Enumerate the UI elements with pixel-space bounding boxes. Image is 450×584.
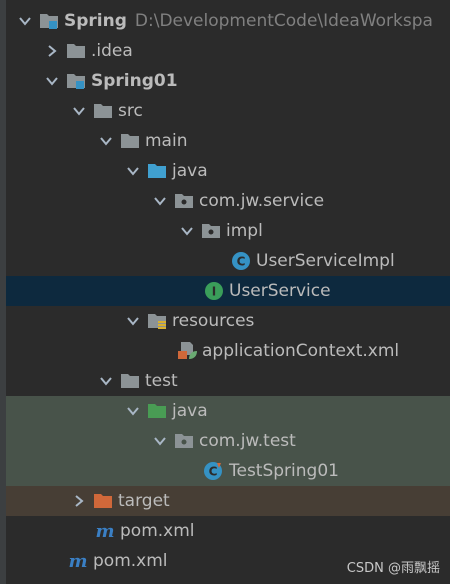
folder-icon — [65, 41, 87, 61]
tree-label-pkg-service: com.jw.service — [199, 191, 325, 211]
tree-row-main[interactable]: main — [6, 126, 450, 156]
excluded-folder-icon — [92, 491, 114, 511]
tree-row-main-java[interactable]: java — [6, 156, 450, 186]
chevron-down-icon[interactable] — [16, 12, 34, 30]
tree-label-spring: Spring — [64, 11, 127, 31]
package-icon — [173, 191, 195, 211]
tree-label-user-service-impl: UserServiceImpl — [256, 251, 395, 271]
chevron-down-icon[interactable] — [97, 372, 115, 390]
tree-row-pkg-service[interactable]: com.jw.service — [6, 186, 450, 216]
tree-row-spring[interactable]: Spring D:\DevelopmentCode\IdeaWorkspa — [6, 6, 450, 36]
tree-label-spring01: Spring01 — [91, 71, 178, 91]
project-path: D:\DevelopmentCode\IdeaWorkspa — [134, 11, 433, 31]
interface-icon: I — [203, 281, 225, 301]
tree-label-app-context: applicationContext.xml — [202, 341, 400, 361]
tree-row-test-java[interactable]: java — [6, 396, 450, 426]
spring-xml-icon — [176, 341, 198, 361]
folder-icon — [119, 131, 141, 151]
chevron-down-icon[interactable] — [151, 192, 169, 210]
tree-row-target[interactable]: target — [6, 486, 450, 516]
maven-icon: m — [94, 521, 116, 541]
chevron-down-icon[interactable] — [178, 222, 196, 240]
tree-label-target: target — [118, 491, 170, 511]
tree-label-test: test — [145, 371, 178, 391]
tree-row-pom-inner[interactable]: m pom.xml — [6, 516, 450, 546]
svg-text:I: I — [212, 285, 216, 299]
chevron-down-icon[interactable] — [70, 102, 88, 120]
tree-row-src[interactable]: src — [6, 96, 450, 126]
svg-text:m: m — [95, 521, 114, 541]
chevron-right-icon[interactable] — [70, 492, 88, 510]
tree-row-pkg-test[interactable]: com.jw.test — [6, 426, 450, 456]
tree-label-test-java: java — [172, 401, 208, 421]
module-folder-icon — [38, 11, 60, 31]
chevron-down-icon[interactable] — [151, 432, 169, 450]
tree-row-spring01[interactable]: Spring01 — [6, 66, 450, 96]
package-icon — [173, 431, 195, 451]
tree-label-user-service: UserService — [229, 281, 331, 301]
chevron-down-icon[interactable] — [124, 162, 142, 180]
folder-icon — [92, 101, 114, 121]
chevron-down-icon[interactable] — [124, 402, 142, 420]
tree-row-test[interactable]: test — [6, 366, 450, 396]
svg-text:C: C — [209, 465, 218, 479]
svg-text:m: m — [68, 551, 87, 571]
tree-row-user-service[interactable]: I UserService — [6, 276, 450, 306]
project-tree[interactable]: Spring D:\DevelopmentCode\IdeaWorkspa .i… — [6, 6, 450, 576]
tree-label-idea: .idea — [91, 41, 133, 61]
tree-label-test-spring: TestSpring01 — [229, 461, 339, 481]
tree-row-resources[interactable]: resources — [6, 306, 450, 336]
test-class-icon: C — [203, 461, 225, 481]
tree-row-idea[interactable]: .idea — [6, 36, 450, 66]
module-folder-icon — [65, 71, 87, 91]
tree-label-pom-inner: pom.xml — [120, 521, 195, 541]
tree-label-src: src — [118, 101, 143, 121]
maven-icon: m — [67, 551, 89, 571]
package-icon — [200, 221, 222, 241]
folder-icon — [119, 371, 141, 391]
class-icon: C — [230, 251, 252, 271]
watermark: CSDN @雨飘摇 — [346, 561, 440, 576]
tree-label-main: main — [145, 131, 188, 151]
chevron-right-icon[interactable] — [43, 42, 61, 60]
tree-label-resources: resources — [172, 311, 255, 331]
chevron-down-icon[interactable] — [97, 132, 115, 150]
test-source-folder-icon — [146, 401, 168, 421]
svg-text:C: C — [237, 255, 246, 269]
source-root-folder-icon — [146, 161, 168, 181]
tree-label-main-java: java — [172, 161, 208, 181]
chevron-down-icon[interactable] — [43, 72, 61, 90]
resources-folder-icon — [146, 311, 168, 331]
tree-row-test-spring[interactable]: C TestSpring01 — [6, 456, 450, 486]
tree-label-pkg-test: com.jw.test — [199, 431, 296, 451]
tree-row-app-context[interactable]: applicationContext.xml — [6, 336, 450, 366]
tree-row-user-service-impl[interactable]: C UserServiceImpl — [6, 246, 450, 276]
tree-row-pkg-impl[interactable]: impl — [6, 216, 450, 246]
chevron-down-icon[interactable] — [124, 312, 142, 330]
tree-label-pkg-impl: impl — [226, 221, 263, 241]
tree-label-pom-outer: pom.xml — [93, 551, 168, 571]
